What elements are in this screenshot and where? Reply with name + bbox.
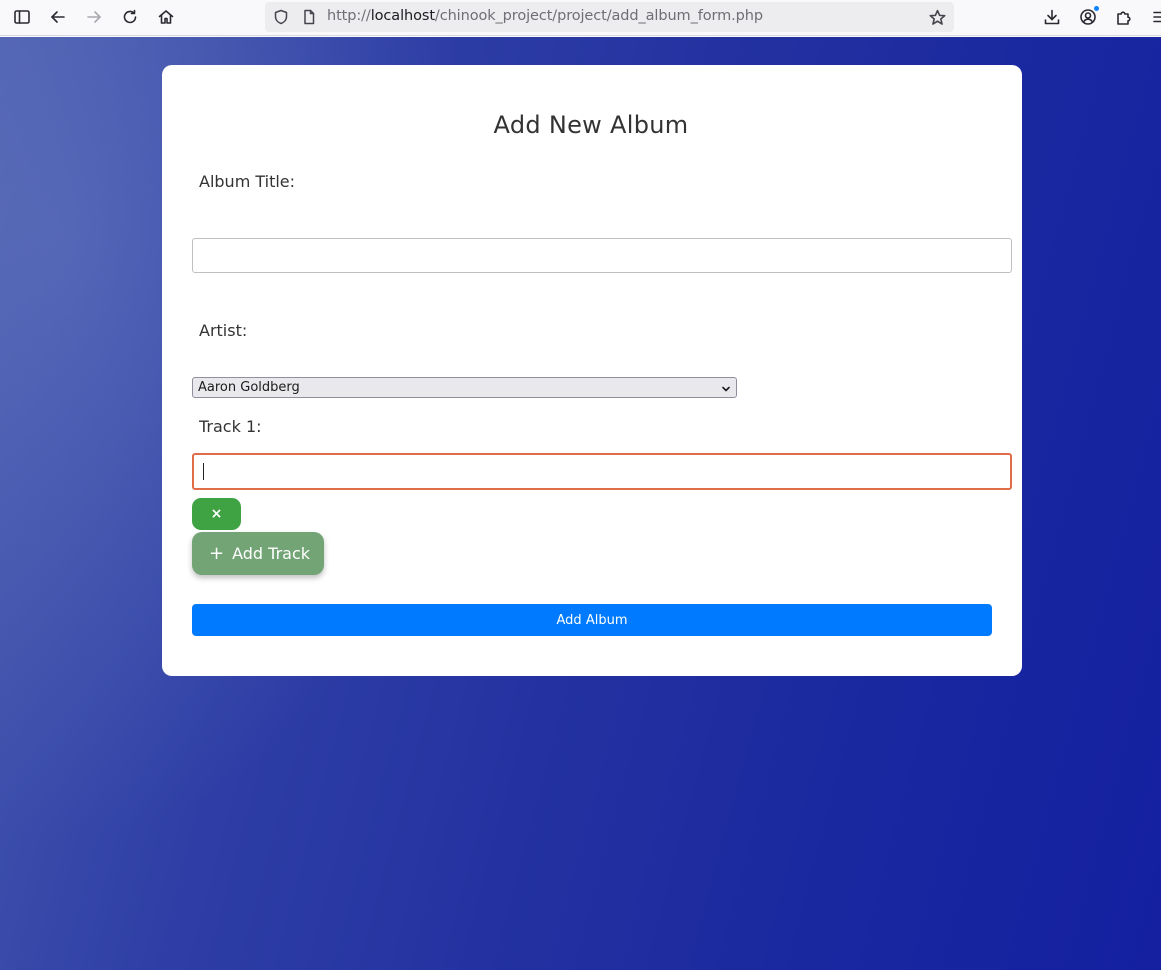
back-icon (51, 11, 65, 23)
album-title-input[interactable] (192, 238, 1012, 273)
remove-track-button[interactable]: × (192, 498, 241, 530)
artist-label: Artist: (199, 321, 248, 340)
back-button[interactable] (42, 2, 74, 32)
page-icon (300, 8, 318, 26)
extensions-button[interactable] (1108, 2, 1140, 32)
track-1-label: Track 1: (199, 417, 262, 436)
notification-dot (1093, 5, 1100, 12)
reload-icon (123, 9, 137, 24)
artist-selected-value: Aaron Goldberg (198, 380, 300, 395)
submit-label: Add Album (556, 612, 628, 628)
shield-icon[interactable] (272, 8, 290, 26)
download-icon (1044, 9, 1060, 25)
track-1-input[interactable] (192, 453, 1012, 490)
add-track-label: Add Track (232, 544, 311, 563)
page-title: Add New Album (493, 111, 689, 139)
url-text[interactable]: http://localhost/chinook_project/project… (327, 8, 763, 24)
home-icon (158, 10, 174, 24)
text-caret (203, 463, 204, 480)
browser-toolbar: http://localhost/chinook_project/project… (0, 0, 1161, 36)
home-button[interactable] (150, 2, 182, 32)
artist-select[interactable]: Aaron Goldberg (192, 377, 737, 398)
album-form-card: Add New Album Album Title: Artist: Aaron… (162, 65, 1022, 676)
url-host: localhost (370, 8, 435, 24)
url-path: /chinook_project/project/add_album_form.… (434, 8, 763, 24)
downloads-button[interactable] (1036, 2, 1068, 32)
chevron-down-icon (720, 382, 732, 394)
plus-icon: + (209, 543, 225, 564)
page-viewport: Add New Album Album Title: Artist: Aaron… (0, 37, 1161, 970)
sidebar-icon (14, 10, 30, 24)
url-prefix: http:// (327, 8, 371, 24)
forward-icon (87, 11, 101, 23)
account-button[interactable] (1072, 2, 1104, 32)
reload-button[interactable] (114, 2, 146, 32)
menu-button[interactable] (1144, 2, 1161, 32)
close-icon: × (210, 506, 223, 522)
extensions-icon (1117, 11, 1131, 25)
menu-icon (1153, 11, 1161, 23)
album-title-label: Album Title: (199, 172, 296, 191)
add-track-button[interactable]: + Add Track (192, 532, 324, 575)
star-icon[interactable] (928, 8, 946, 26)
address-bar[interactable]: http://localhost/chinook_project/project… (265, 2, 954, 32)
sidebar-toggle-button[interactable] (6, 2, 38, 32)
forward-button[interactable] (78, 2, 110, 32)
add-album-submit-button[interactable]: Add Album (192, 604, 992, 636)
